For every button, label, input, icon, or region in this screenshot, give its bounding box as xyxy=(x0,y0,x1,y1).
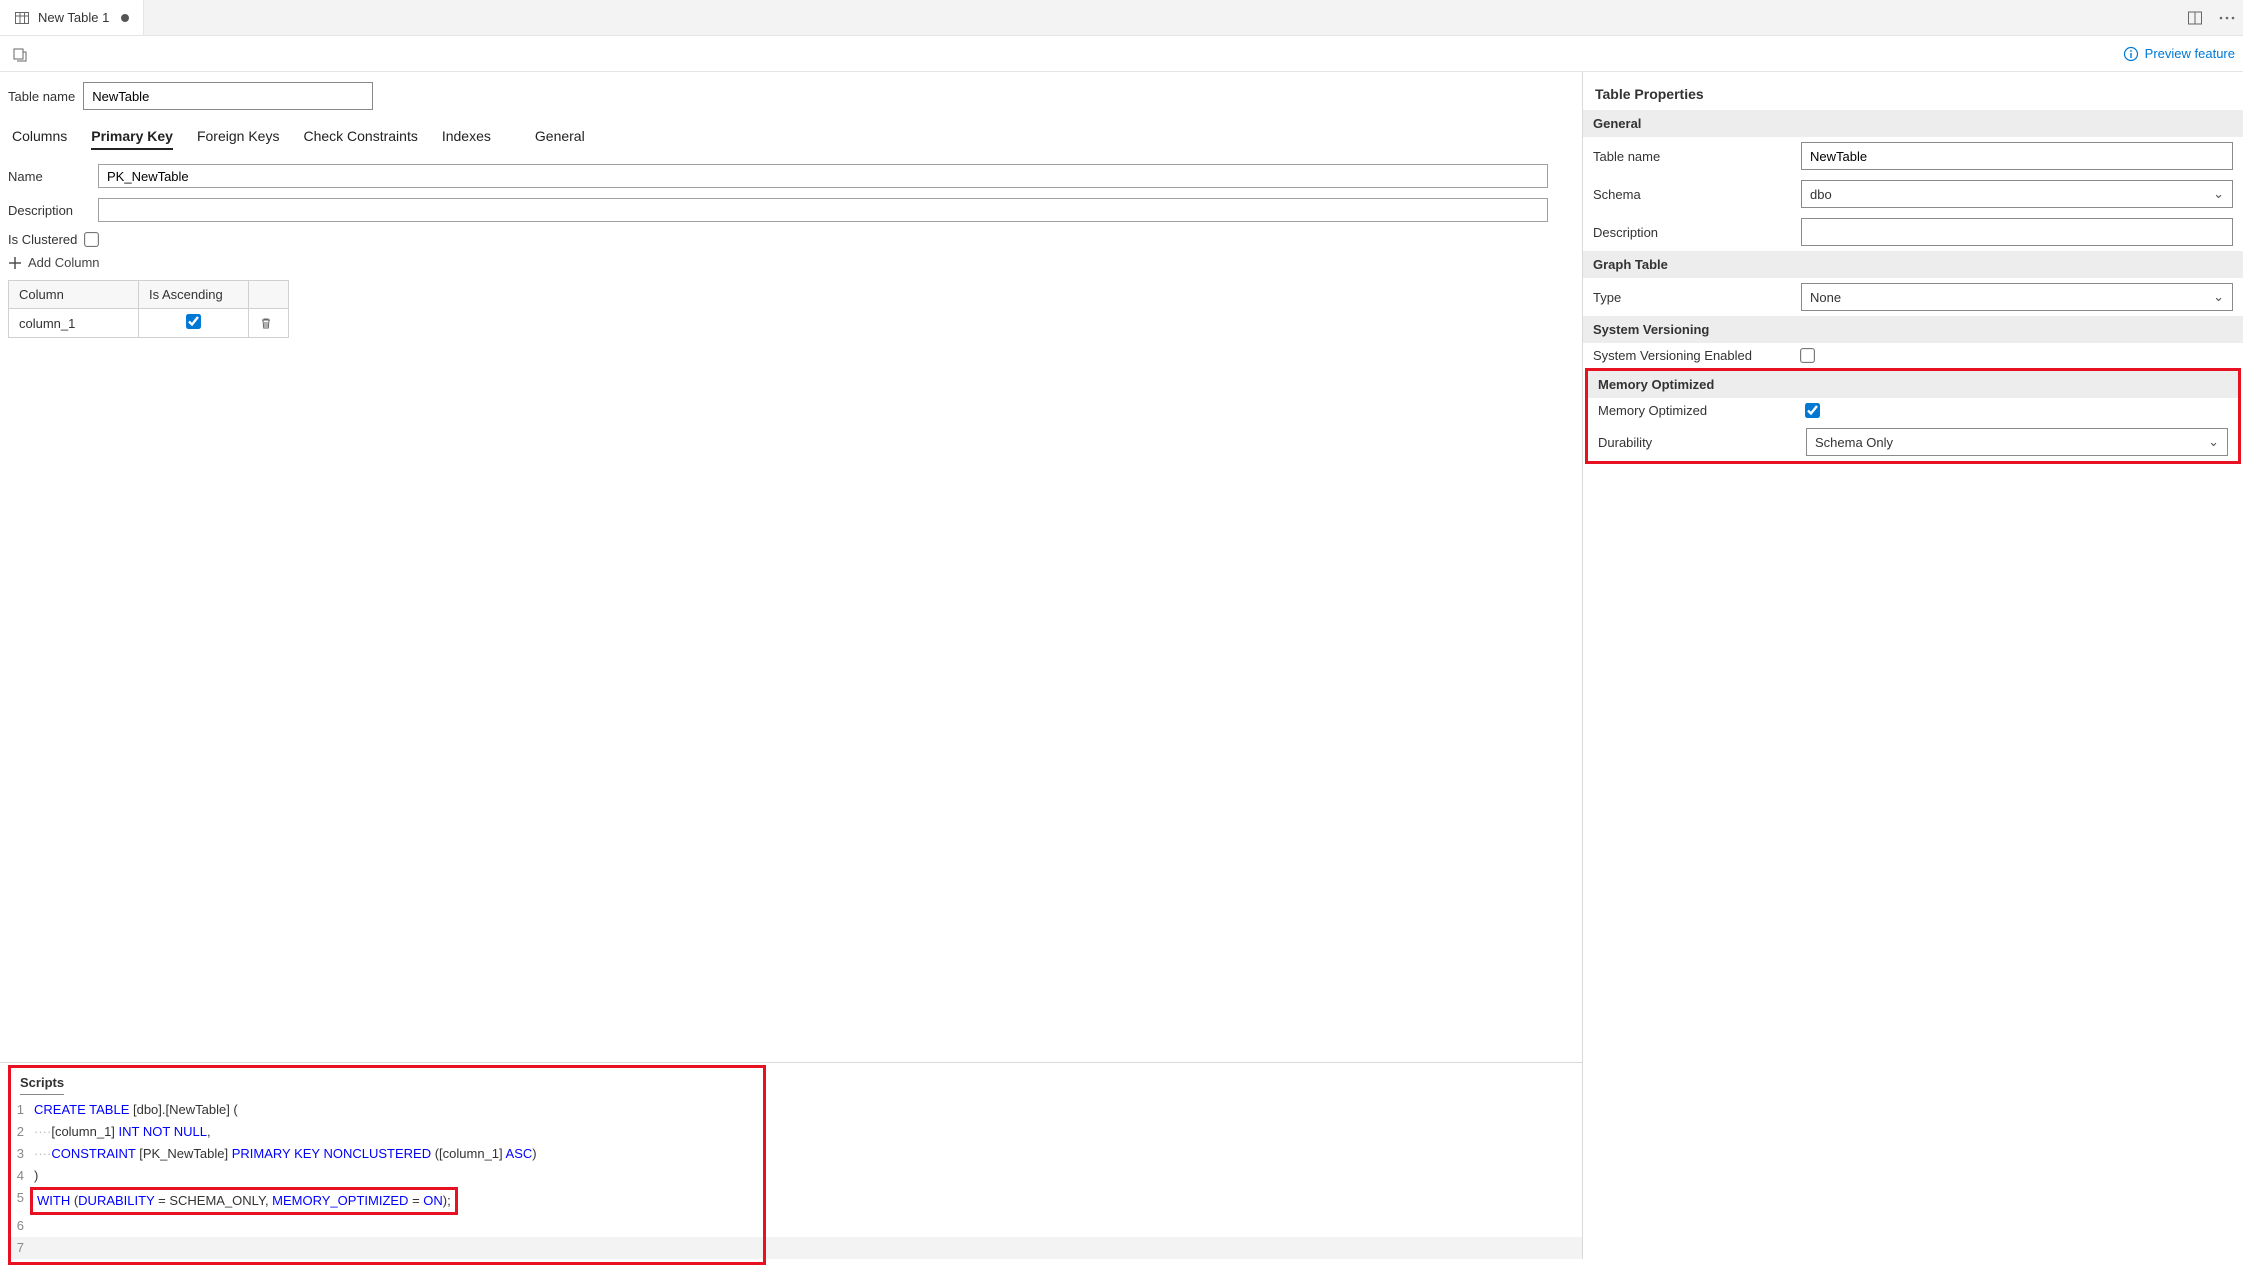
section-memopt: Memory Optimized xyxy=(1588,371,2238,398)
col-header-ascending: Is Ascending xyxy=(139,281,249,309)
more-actions-button[interactable] xyxy=(2211,0,2243,35)
is-clustered-label: Is Clustered xyxy=(8,232,77,247)
tab-title: New Table 1 xyxy=(38,10,109,25)
pk-name-input[interactable] xyxy=(98,164,1548,188)
prop-durability-select[interactable]: Schema Only ⌄ xyxy=(1806,428,2228,456)
delete-row-button[interactable] xyxy=(249,309,289,338)
callout-box-icon: Memory Optimized Memory Optimized Durabi… xyxy=(1585,368,2241,464)
section-graph: Graph Table xyxy=(1583,251,2243,278)
prop-memopt-label: Memory Optimized xyxy=(1598,403,1798,418)
pk-desc-input[interactable] xyxy=(98,198,1548,222)
tab-columns[interactable]: Columns xyxy=(12,124,67,150)
prop-graph-type-label: Type xyxy=(1593,290,1793,305)
properties-panel: Table Properties General Table name Sche… xyxy=(1583,72,2243,1259)
is-clustered-checkbox[interactable] xyxy=(84,232,99,247)
prop-table-name-label: Table name xyxy=(1593,149,1793,164)
prop-memopt-checkbox[interactable] xyxy=(1805,403,1820,418)
info-icon xyxy=(2123,46,2139,62)
chevron-down-icon: ⌄ xyxy=(2213,289,2224,305)
designer-subtabs: Columns Primary Key Foreign Keys Check C… xyxy=(8,124,1574,150)
chevron-down-icon: ⌄ xyxy=(2213,186,2224,202)
add-column-button[interactable]: Add Column xyxy=(8,255,1574,270)
table-header-row: Column Is Ascending xyxy=(9,281,289,309)
designer-toolbar: Preview feature xyxy=(0,36,2243,72)
modified-dot-icon xyxy=(121,14,129,22)
tab-primary-key[interactable]: Primary Key xyxy=(91,124,173,150)
cell-ascending[interactable] xyxy=(139,309,249,338)
prop-desc-input[interactable] xyxy=(1801,218,2233,246)
plus-icon xyxy=(8,256,22,270)
prop-graph-type-value: None xyxy=(1810,290,1841,305)
prop-graph-type-select[interactable]: None ⌄ xyxy=(1801,283,2233,311)
col-header-column: Column xyxy=(9,281,139,309)
preview-feature-link[interactable]: Preview feature xyxy=(2123,46,2235,62)
pk-columns-table: Column Is Ascending column_1 xyxy=(8,280,289,338)
ascending-checkbox[interactable] xyxy=(186,314,201,329)
split-editor-button[interactable] xyxy=(2179,0,2211,35)
publish-button[interactable] xyxy=(8,42,32,66)
section-general: General xyxy=(1583,110,2243,137)
table-icon xyxy=(14,10,30,26)
prop-sysver-checkbox[interactable] xyxy=(1800,348,1815,363)
prop-schema-label: Schema xyxy=(1593,187,1793,202)
prop-table-name-input[interactable] xyxy=(1801,142,2233,170)
tab-bar: New Table 1 xyxy=(0,0,2243,36)
script-editor[interactable]: 1CREATE TABLE [dbo].[NewTable] ( 2····[c… xyxy=(0,1099,1582,1259)
section-sysver: System Versioning xyxy=(1583,316,2243,343)
tab-indexes[interactable]: Indexes xyxy=(442,124,491,150)
table-name-input[interactable] xyxy=(83,82,373,110)
prop-sysver-label: System Versioning Enabled xyxy=(1593,348,1793,363)
prop-schema-value: dbo xyxy=(1810,187,1832,202)
table-name-label: Table name xyxy=(8,89,75,104)
pk-desc-label: Description xyxy=(8,203,98,218)
chevron-down-icon: ⌄ xyxy=(2208,434,2219,450)
prop-schema-select[interactable]: dbo ⌄ xyxy=(1801,180,2233,208)
tab-foreign-keys[interactable]: Foreign Keys xyxy=(197,124,279,150)
prop-durability-value: Schema Only xyxy=(1815,435,1893,450)
prop-desc-label: Description xyxy=(1593,225,1793,240)
scripts-label: Scripts xyxy=(20,1071,64,1095)
add-column-label: Add Column xyxy=(28,255,100,270)
preview-feature-label: Preview feature xyxy=(2145,46,2235,61)
table-row[interactable]: column_1 xyxy=(9,309,289,338)
scripts-pane: Scripts 1CREATE TABLE [dbo].[NewTable] (… xyxy=(0,1062,1582,1259)
properties-title: Table Properties xyxy=(1583,78,2243,110)
cell-column[interactable]: column_1 xyxy=(9,309,139,338)
col-header-actions xyxy=(249,281,289,309)
pk-name-label: Name xyxy=(8,169,98,184)
trash-icon xyxy=(259,316,273,330)
tab-general[interactable]: General xyxy=(535,124,585,150)
editor-tab[interactable]: New Table 1 xyxy=(0,0,144,35)
prop-durability-label: Durability xyxy=(1598,435,1798,450)
tab-check-constraints[interactable]: Check Constraints xyxy=(303,124,417,150)
